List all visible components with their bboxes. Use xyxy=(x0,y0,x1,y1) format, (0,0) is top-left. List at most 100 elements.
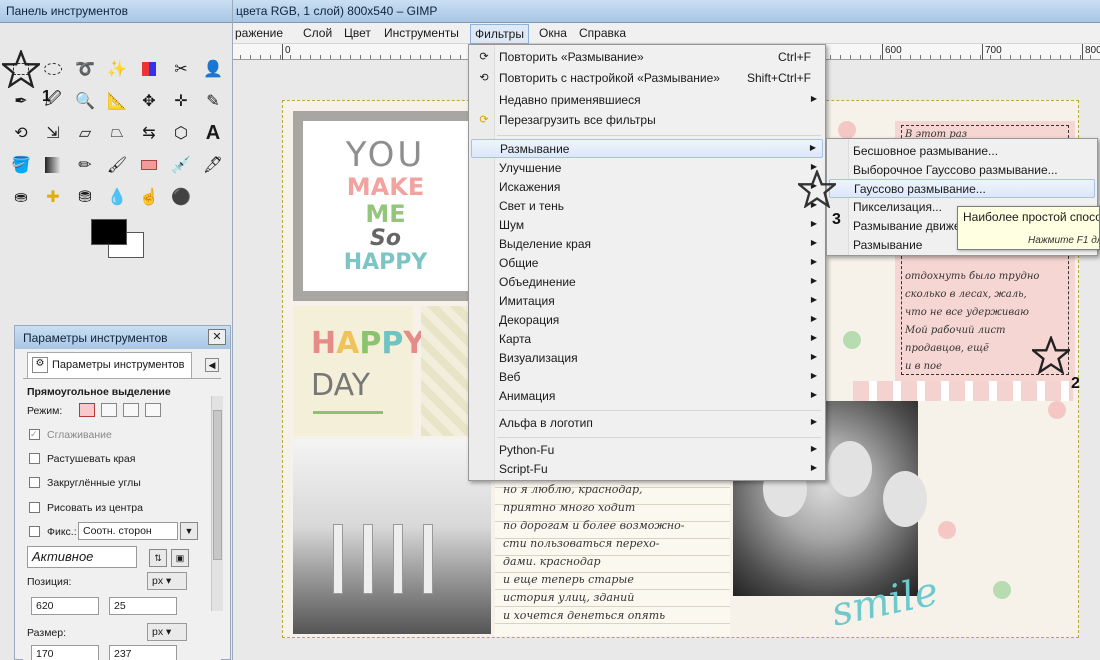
move-icon[interactable]: ✥ xyxy=(136,88,162,114)
submenu-arrow-icon: ▶ xyxy=(810,257,817,266)
close-icon[interactable]: ✕ xyxy=(208,329,226,345)
menu-item-tileable-blur[interactable]: Бесшовное размывание... xyxy=(829,142,1095,161)
menu-item-label: Визуализация xyxy=(499,351,578,365)
clone-icon[interactable]: ⛂ xyxy=(8,184,34,210)
menu-item-noise[interactable]: Шум ▶ xyxy=(471,216,823,235)
menu-item-reshow-blur[interactable]: ⟲ Повторить с настройкой «Размывание» Sh… xyxy=(471,69,823,88)
pencil-icon[interactable]: ✏ xyxy=(72,152,98,178)
foreground-select-icon[interactable]: 👤 xyxy=(200,56,226,82)
zoom-icon[interactable]: 🔍 xyxy=(72,88,98,114)
menu-item-label: Python-Fu xyxy=(499,443,555,457)
menu-item-generic[interactable]: Общие ▶ xyxy=(471,254,823,273)
menu-item-combine[interactable]: Объединение ▶ xyxy=(471,273,823,292)
rounded-corners-checkbox[interactable] xyxy=(29,477,40,488)
menu-item-reload-filters[interactable]: ⟳ Перезагрузить все фильтры xyxy=(471,111,823,130)
menu-item-distorts[interactable]: Искажения ▶ xyxy=(471,178,823,197)
free-select-icon[interactable]: ➰ xyxy=(72,56,98,82)
menu-item-enhance[interactable]: Улучшение ▶ xyxy=(471,159,823,178)
eraser-icon[interactable] xyxy=(136,152,162,178)
from-center-checkbox[interactable] xyxy=(29,502,40,513)
card-inner: YOU MAKE ME So HAPPY xyxy=(303,121,468,291)
menu-item-gaussian-blur[interactable]: Гауссово размывание... xyxy=(829,179,1095,198)
smudge-icon[interactable]: ☝ xyxy=(136,184,162,210)
menu-windows[interactable]: Окна xyxy=(536,26,570,40)
menu-item-edge-detect[interactable]: Выделение края ▶ xyxy=(471,235,823,254)
feather-checkbox[interactable] xyxy=(29,453,40,464)
blend-icon[interactable] xyxy=(40,152,66,178)
menu-item-selective-gaussian[interactable]: Выборочное Гауссово размывание... xyxy=(829,161,1095,180)
options-scrollbar[interactable] xyxy=(211,396,223,611)
foreground-color[interactable] xyxy=(91,219,127,245)
menu-item-script-fu[interactable]: Script-Fu ▶ xyxy=(471,460,823,479)
menu-item-label: Выделение края xyxy=(499,237,592,251)
mode-subtract-button[interactable] xyxy=(123,403,139,417)
blur-icon[interactable]: 💧 xyxy=(104,184,130,210)
mode-add-button[interactable] xyxy=(101,403,117,417)
tab-menu-button[interactable]: ◀ xyxy=(205,358,219,372)
menu-image[interactable]: ражение xyxy=(232,26,286,40)
menu-item-render[interactable]: Визуализация ▶ xyxy=(471,349,823,368)
menu-tools[interactable]: Инструменты xyxy=(381,26,462,40)
perspective-clone-icon[interactable]: ⛃ xyxy=(72,184,98,210)
cage-icon[interactable]: ⬡ xyxy=(168,120,194,146)
position-unit-select[interactable]: px ▾ xyxy=(147,572,187,590)
flip-icon[interactable]: ⇆ xyxy=(136,120,162,146)
menu-item-animation[interactable]: Анимация ▶ xyxy=(471,387,823,406)
tab-tool-options[interactable]: ⚙ Параметры инструментов xyxy=(27,352,192,378)
menu-filters[interactable]: Фильтры xyxy=(470,24,529,44)
fixed-checkbox[interactable] xyxy=(29,526,40,537)
mode-replace-button[interactable] xyxy=(79,403,95,417)
crop-icon[interactable]: ✎ xyxy=(200,88,226,114)
tool-options-titlebar: Параметры инструментов ✕ xyxy=(15,326,230,349)
menu-color[interactable]: Цвет xyxy=(341,26,374,40)
scale-icon[interactable]: ⇲ xyxy=(40,120,66,146)
ruler-tick: 0 xyxy=(285,45,291,56)
paths-icon[interactable]: ✒ xyxy=(8,88,34,114)
mode-intersect-button[interactable] xyxy=(145,403,161,417)
fuzzy-select-icon[interactable]: ✨ xyxy=(104,56,130,82)
size-unit-select[interactable]: px ▾ xyxy=(147,623,187,641)
dodge-burn-icon[interactable]: ⚫ xyxy=(168,184,194,210)
fg-bg-color-selector[interactable] xyxy=(88,216,148,264)
ellipse-select-icon[interactable] xyxy=(40,56,66,82)
menu-item-map[interactable]: Карта ▶ xyxy=(471,330,823,349)
menu-item-python-fu[interactable]: Python-Fu ▶ xyxy=(471,441,823,460)
perspective-icon[interactable]: ⏢ xyxy=(104,120,130,146)
ruler-tick: 600 xyxy=(885,45,902,56)
menu-item-light-shadow[interactable]: Свет и тень ▶ xyxy=(471,197,823,216)
paintbrush-icon[interactable]: 🖌 xyxy=(104,152,130,178)
airbrush-icon[interactable]: 💉 xyxy=(168,152,194,178)
align-icon[interactable]: ✛ xyxy=(168,88,194,114)
scissors-icon[interactable]: ✂ xyxy=(168,56,194,82)
column-shape xyxy=(423,524,433,594)
scrollbar-thumb[interactable] xyxy=(213,410,222,560)
heal-icon[interactable]: ✚ xyxy=(40,184,66,210)
image-icon[interactable]: ▣ xyxy=(171,549,189,567)
menu-item-decor[interactable]: Декорация ▶ xyxy=(471,311,823,330)
text-icon[interactable]: A xyxy=(200,120,226,146)
menu-item-blur[interactable]: Размывание ▶ xyxy=(471,139,823,158)
position-x-input[interactable]: 620 xyxy=(31,597,99,615)
ink-icon[interactable]: 🖋 xyxy=(200,152,226,178)
position-y-input[interactable]: 25 xyxy=(109,597,177,615)
menu-item-web[interactable]: Веб ▶ xyxy=(471,368,823,387)
select-by-color-icon[interactable] xyxy=(136,56,162,82)
shear-icon[interactable]: ▱ xyxy=(72,120,98,146)
menu-item-artistic[interactable]: Имитация ▶ xyxy=(471,292,823,311)
size-w-input[interactable]: 170 xyxy=(31,645,99,660)
chevron-down-icon[interactable]: ▼ xyxy=(180,522,198,540)
measure-icon[interactable]: 📐 xyxy=(104,88,130,114)
menu-layer[interactable]: Слой xyxy=(300,26,335,40)
menu-item-repeat-blur[interactable]: ⟳ Повторить «Размывание» Ctrl+F xyxy=(471,48,823,67)
active-field[interactable]: Активное xyxy=(27,546,137,568)
size-h-input[interactable]: 237 xyxy=(109,645,177,660)
tool-options-icon: ⚙ xyxy=(32,357,48,373)
rotate-icon[interactable]: ⟲ xyxy=(8,120,34,146)
menu-item-recent[interactable]: Недавно применявшиеся ▶ xyxy=(471,91,823,110)
antialias-checkbox[interactable]: ✓ xyxy=(29,429,40,440)
fixed-select[interactable]: Соотн. сторон xyxy=(78,522,178,540)
menu-item-alpha-to-logo[interactable]: Альфа в логотип ▶ xyxy=(471,414,823,433)
menu-help[interactable]: Справка xyxy=(576,26,629,40)
swap-icon[interactable]: ⇅ xyxy=(149,549,167,567)
bucket-fill-icon[interactable]: 🪣 xyxy=(8,152,34,178)
